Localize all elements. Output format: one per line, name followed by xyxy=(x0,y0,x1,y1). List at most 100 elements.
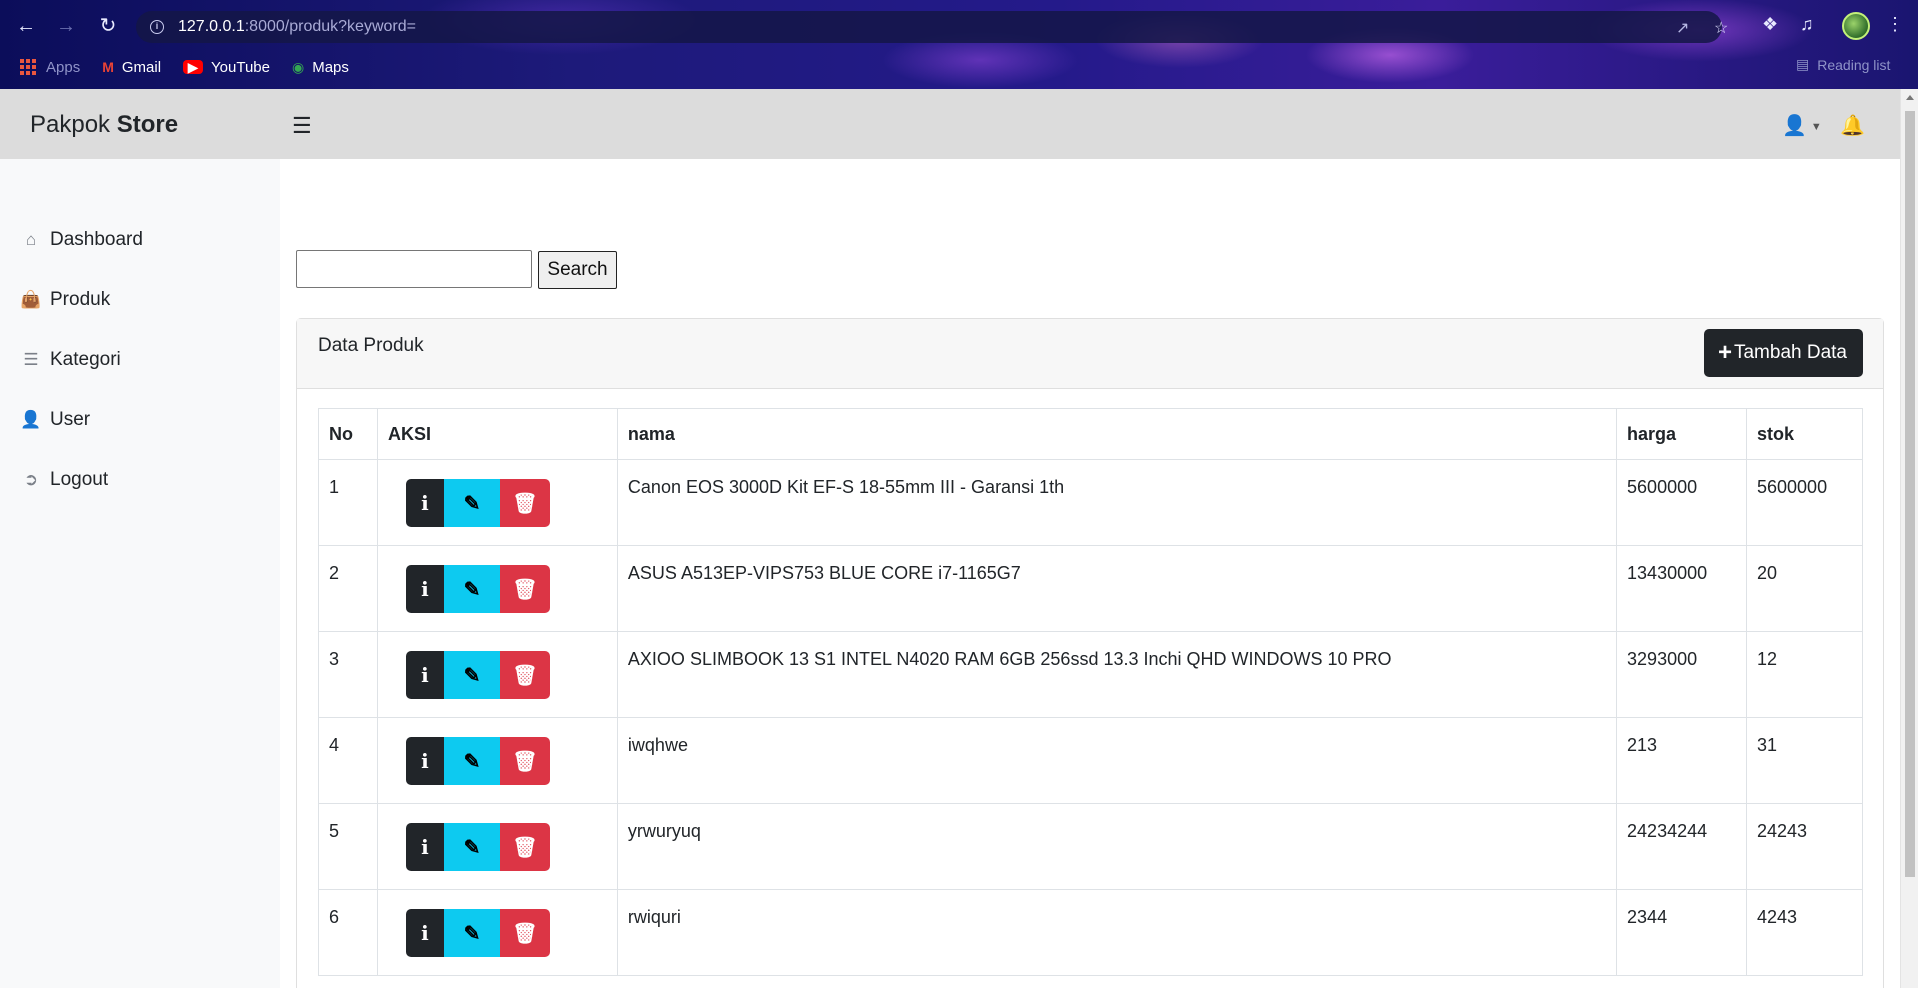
delete-button[interactable]: 🗑 xyxy=(499,909,550,957)
app-header: Pakpok Store ☰ 👤 ▼ 🔔 xyxy=(0,89,1900,159)
brand-logo[interactable]: Pakpok Store xyxy=(30,111,178,139)
reading-list[interactable]: ▤ Reading list xyxy=(1796,56,1890,73)
cell-no: 6 xyxy=(318,889,378,976)
cell-harga: 3293000 xyxy=(1616,631,1747,718)
share-icon[interactable]: ↗ xyxy=(1676,18,1689,38)
brand-name: Pakpok xyxy=(30,111,111,138)
bookmark-label: Maps xyxy=(312,58,349,76)
edit-icon: ✎ xyxy=(463,836,481,859)
search-input[interactable] xyxy=(296,250,532,288)
page-scrollbar[interactable] xyxy=(1900,89,1918,988)
sidebar-item-kategori[interactable]: ☰ Kategori xyxy=(20,349,121,371)
sidebar-item-label: User xyxy=(50,409,91,430)
scroll-up-arrow-icon[interactable] xyxy=(1906,95,1914,100)
youtube-icon: ▶ xyxy=(183,60,204,74)
edit-button[interactable]: ✎ xyxy=(443,737,500,785)
delete-button[interactable]: 🗑 xyxy=(499,565,550,613)
edit-icon: ✎ xyxy=(463,750,481,773)
cell-harga: 24234244 xyxy=(1616,803,1747,890)
delete-button[interactable]: 🗑 xyxy=(499,823,550,871)
delete-button[interactable]: 🗑 xyxy=(499,479,550,527)
url-text[interactable]: 127.0.0.1:8000/produk?keyword= xyxy=(178,18,416,36)
trash-icon: 🗑 xyxy=(512,922,538,945)
sidebar-item-dashboard[interactable]: ⌂ Dashboard xyxy=(20,229,143,251)
bell-icon[interactable]: 🔔 xyxy=(1840,113,1865,138)
cell-aksi: i ✎ 🗑 xyxy=(376,631,618,718)
edit-button[interactable]: ✎ xyxy=(443,565,500,613)
info-button[interactable]: i xyxy=(405,479,444,527)
menu-toggle-icon[interactable]: ☰ xyxy=(292,113,312,139)
delete-button[interactable]: 🗑 xyxy=(499,737,550,785)
back-icon[interactable]: ← xyxy=(14,14,38,38)
edit-button[interactable]: ✎ xyxy=(443,479,500,527)
info-button[interactable]: i xyxy=(405,823,444,871)
delete-button[interactable]: 🗑 xyxy=(499,651,550,699)
trash-icon: 🗑 xyxy=(512,492,538,515)
sidebar-item-label: Dashboard xyxy=(50,229,143,250)
address-bar[interactable]: i 127.0.0.1:8000/produk?keyword= ↗ ☆ xyxy=(136,11,1728,43)
browser-chrome: ← → ↻ i 127.0.0.1:8000/produk?keyword= ↗… xyxy=(0,0,1918,89)
gmail-icon: M xyxy=(102,59,114,75)
cell-aksi: i ✎ 🗑 xyxy=(376,717,618,804)
media-control-icon[interactable]: ♫ xyxy=(1800,14,1814,35)
scrollbar-thumb[interactable] xyxy=(1905,111,1915,877)
cell-no: 2 xyxy=(318,545,378,632)
reload-icon[interactable]: ↻ xyxy=(96,14,120,38)
bookmark-label: Apps xyxy=(46,58,81,76)
cell-harga: 213 xyxy=(1616,717,1747,804)
action-group: i ✎ 🗑 xyxy=(405,479,607,527)
info-icon: i xyxy=(421,835,429,859)
chrome-menu-icon[interactable]: ⋮ xyxy=(1886,14,1904,35)
sidebar-item-produk[interactable]: 👜 Produk xyxy=(20,289,110,311)
edit-icon: ✎ xyxy=(463,578,481,601)
user-dropdown[interactable]: 👤 ▼ xyxy=(1782,113,1822,138)
info-icon: i xyxy=(421,663,429,687)
trash-icon: 🗑 xyxy=(512,664,538,687)
bookmark-gmail[interactable]: M Gmail xyxy=(102,59,161,76)
info-button[interactable]: i xyxy=(405,651,444,699)
cell-stok: 24243 xyxy=(1746,803,1863,890)
product-card: Data Produk + Tambah Data No AKSI nama h… xyxy=(296,318,1884,988)
edit-button[interactable]: ✎ xyxy=(443,651,500,699)
shopping-bag-icon: 👜 xyxy=(20,290,42,309)
edit-button[interactable]: ✎ xyxy=(443,909,500,957)
trash-icon: 🗑 xyxy=(512,836,538,859)
add-data-label: Tambah Data xyxy=(1733,342,1847,363)
extensions-icon[interactable]: ❖ xyxy=(1762,14,1778,35)
cell-no: 1 xyxy=(318,459,378,546)
info-button[interactable]: i xyxy=(405,737,444,785)
url-host: 127.0.0.1 xyxy=(178,18,245,35)
sidebar-item-label: Kategori xyxy=(50,349,121,370)
cell-stok: 31 xyxy=(1746,717,1863,804)
bookmark-youtube[interactable]: ▶ YouTube xyxy=(183,59,270,76)
edit-button[interactable]: ✎ xyxy=(443,823,500,871)
sidebar-item-logout[interactable]: ➲ Logout xyxy=(20,469,108,491)
cell-harga: 2344 xyxy=(1616,889,1747,976)
forward-icon[interactable]: → xyxy=(54,14,78,38)
cell-aksi: i ✎ 🗑 xyxy=(376,889,618,976)
action-group: i ✎ 🗑 xyxy=(405,651,607,699)
cell-stok: 4243 xyxy=(1746,889,1863,976)
profile-avatar[interactable] xyxy=(1842,12,1870,40)
info-button[interactable]: i xyxy=(405,909,444,957)
search-button[interactable]: Search xyxy=(538,251,617,289)
cell-nama: yrwuryuq xyxy=(616,803,1618,890)
header-nama: nama xyxy=(616,408,1618,460)
list-icon: ☰ xyxy=(23,350,39,369)
bookmark-maps[interactable]: ◉ Maps xyxy=(292,59,349,76)
bookmark-apps[interactable]: Apps xyxy=(20,59,80,76)
add-data-button[interactable]: + Tambah Data xyxy=(1703,329,1863,377)
info-icon: i xyxy=(421,577,429,601)
action-group: i ✎ 🗑 xyxy=(405,565,607,613)
site-info-icon[interactable]: i xyxy=(150,20,164,34)
table-row: 4 i ✎ 🗑 iwqhwe 213 31 xyxy=(318,717,1863,804)
info-button[interactable]: i xyxy=(405,565,444,613)
header-stok: stok xyxy=(1746,408,1863,460)
cell-stok: 20 xyxy=(1746,545,1863,632)
bookmark-star-icon[interactable]: ☆ xyxy=(1714,18,1728,38)
reading-list-icon: ▤ xyxy=(1796,56,1810,72)
sidebar-item-user[interactable]: 👤 User xyxy=(20,409,90,431)
cell-no: 3 xyxy=(318,631,378,718)
table-row: 1 i ✎ 🗑 Canon EOS 3000D Kit EF-S 18-55mm… xyxy=(318,459,1863,546)
cell-no: 4 xyxy=(318,717,378,804)
